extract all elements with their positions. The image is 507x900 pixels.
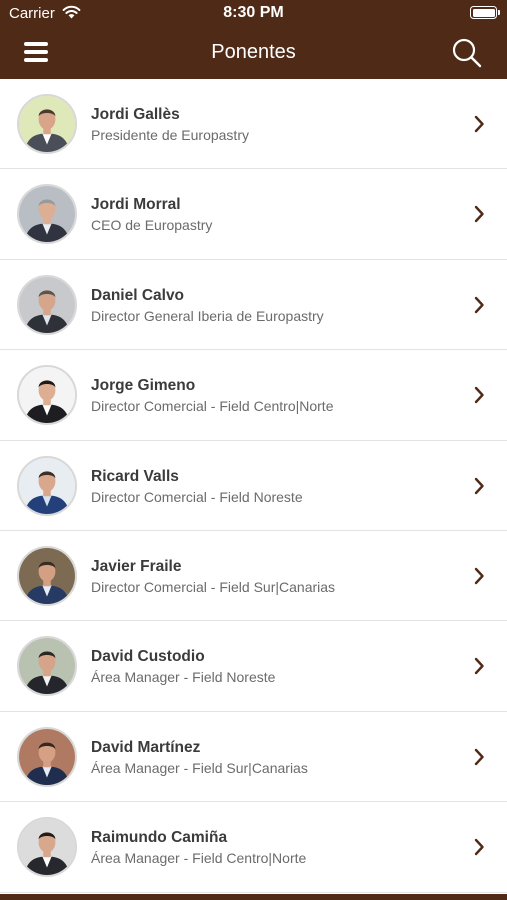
avatar (17, 365, 77, 426)
avatar (17, 636, 77, 697)
speaker-name: Daniel Calvo (91, 286, 185, 304)
speaker-row[interactable]: Jorge Gimeno Director Comercial - Field C… (0, 350, 507, 441)
status-time: 8:30 PM (223, 4, 284, 21)
speaker-role: Director Comercial - Field Noreste (91, 488, 303, 505)
chevron-right-icon (474, 658, 484, 675)
avatar (17, 726, 77, 787)
speaker-role: Director Comercial - Field Sur|Canarias (91, 578, 336, 595)
speaker-name: Javier Fraile (91, 557, 182, 575)
speaker-row[interactable]: Jordi Gallès Presidente de Europastry (0, 79, 507, 170)
avatar-photo (19, 638, 75, 695)
chevron-right-icon (474, 567, 484, 585)
speaker-role: Área Manager - Field Noreste (91, 669, 276, 686)
top-bar: Carrier 8:30 PM Ponentes (0, 0, 507, 79)
navigation-bar: Ponentes (0, 28, 507, 79)
speaker-row[interactable]: Jordi Morral CEO de Europastry (0, 169, 507, 260)
avatar (17, 455, 77, 516)
avatar-photo (19, 276, 75, 333)
speaker-name: Jordi Morral (91, 196, 181, 214)
avatar-photo (19, 367, 75, 424)
chevron-right-icon (474, 386, 484, 404)
avatar-photo (19, 547, 75, 604)
speaker-row[interactable]: Ricard Valls Director Comercial - Field N… (0, 441, 507, 531)
avatar-photo (19, 96, 75, 152)
speakers-list: Jordi Gallès Presidente de Europastry Jord… (0, 79, 507, 893)
avatar (17, 184, 77, 245)
battery-icon (470, 6, 500, 19)
search-button[interactable] (451, 37, 483, 69)
speaker-name: Raimundo Camiña (91, 829, 228, 847)
status-bar: Carrier 8:30 PM (0, 0, 507, 28)
speaker-row[interactable]: Raimundo Camiña Área Manager - Field Cent… (0, 802, 507, 893)
speaker-role: Área Manager - Field Sur|Canarias (91, 759, 308, 776)
avatar-photo (19, 819, 75, 876)
avatar (17, 94, 77, 154)
search-icon (452, 38, 482, 68)
speaker-name: Jorge Gimeno (91, 377, 196, 395)
speaker-role: Área Manager - Field Centro|Norte (91, 850, 307, 867)
speaker-name: David Martínez (91, 738, 201, 756)
avatar-photo (19, 186, 75, 243)
avatar (17, 545, 77, 606)
chevron-right-icon (474, 115, 484, 133)
speaker-role: Director General Iberia de Europastry (91, 307, 324, 324)
avatar-photo (19, 457, 75, 514)
chevron-right-icon (474, 296, 484, 313)
speaker-name: Jordi Gallès (91, 106, 180, 123)
speaker-role: CEO de Europastry (91, 217, 213, 234)
avatar (17, 817, 77, 878)
speaker-role: Director Comercial - Field Centro|Norte (91, 398, 334, 415)
chevron-right-icon (474, 838, 484, 856)
page-title: Ponentes (211, 41, 296, 63)
chevron-right-icon (474, 748, 484, 765)
speaker-row[interactable]: David Custodio Área Manager - Field Nores… (0, 621, 507, 712)
speaker-row[interactable]: David Martínez Área Manager - Field Sur|C… (0, 712, 507, 803)
chevron-right-icon (474, 477, 484, 494)
speaker-row[interactable]: Javier Fraile Director Comercial - Field … (0, 531, 507, 622)
avatar (17, 274, 77, 335)
avatar-photo (19, 728, 75, 785)
chevron-right-icon (474, 206, 484, 223)
bottom-bar (0, 894, 507, 900)
speaker-role: Presidente de Europastry (91, 127, 249, 143)
speaker-name: Ricard Valls (91, 467, 179, 485)
speaker-row[interactable]: Daniel Calvo Director General Iberia de E… (0, 260, 507, 351)
speaker-name: David Custodio (91, 648, 205, 666)
